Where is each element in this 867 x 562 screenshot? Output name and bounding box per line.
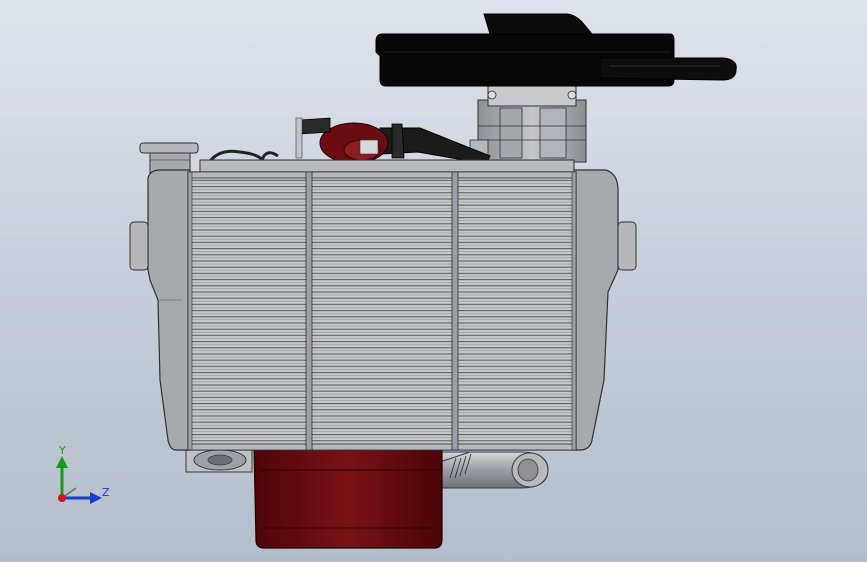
reference-triad: Y Z: [40, 438, 130, 518]
radiator-core[interactable]: [187, 171, 577, 451]
throttle-body-block[interactable]: [469, 83, 587, 163]
engine-assembly-model[interactable]: [0, 0, 867, 562]
exhaust-pipe[interactable]: [437, 451, 549, 489]
triad-y-label: Y: [59, 444, 66, 457]
triad-axes-icon: [56, 456, 102, 504]
triad-z-label: Z: [102, 486, 110, 499]
radiator-cap[interactable]: [139, 142, 199, 174]
radiator-right-tank[interactable]: [573, 169, 637, 451]
air-filter[interactable]: [375, 13, 737, 87]
radiator-left-tank[interactable]: [129, 169, 191, 451]
intake-manifold[interactable]: [295, 117, 389, 164]
graphics-viewport[interactable]: Y Z: [0, 0, 867, 562]
oil-pan[interactable]: [253, 447, 443, 549]
